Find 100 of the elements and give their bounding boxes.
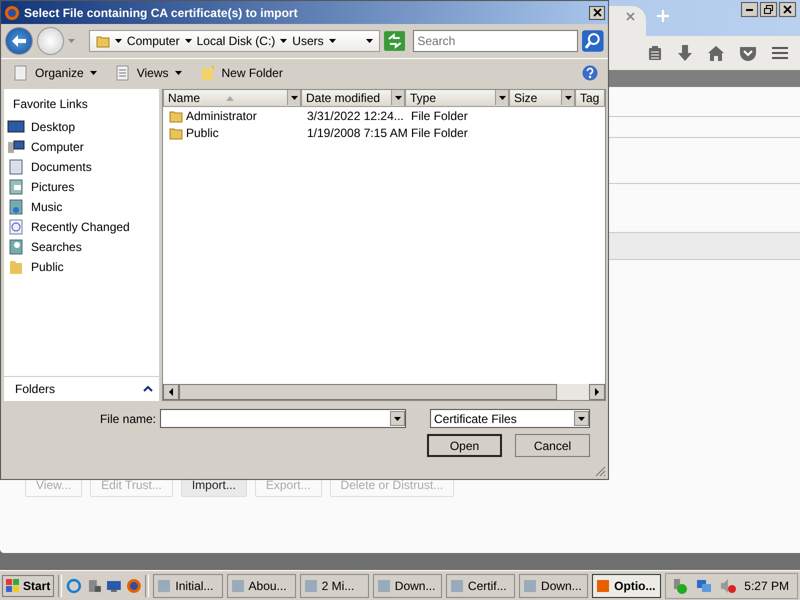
caret-icon bbox=[290, 96, 298, 100]
app-icon bbox=[304, 578, 318, 592]
favorite-link[interactable]: Documents bbox=[4, 157, 159, 177]
taskbar-button[interactable]: Initial... bbox=[153, 574, 223, 598]
column-header[interactable]: Date modified bbox=[301, 90, 405, 107]
taskbar-button[interactable]: 2 Mi... bbox=[300, 574, 369, 598]
minimize-icon bbox=[746, 8, 753, 10]
caret-icon bbox=[184, 39, 192, 43]
desktop-icon bbox=[7, 119, 25, 135]
column-header[interactable]: Type bbox=[405, 90, 509, 107]
search-field[interactable]: Search bbox=[413, 30, 578, 52]
window-title: Select File containing CA certificate(s) to import bbox=[24, 6, 299, 20]
chevron-up-icon bbox=[143, 386, 153, 392]
close-icon[interactable] bbox=[626, 12, 635, 21]
favorite-link[interactable]: Music bbox=[4, 197, 159, 217]
forward-button[interactable] bbox=[36, 27, 64, 55]
toolbar-button[interactable]: Views bbox=[108, 65, 188, 81]
app-icon bbox=[596, 578, 610, 592]
app-icon bbox=[230, 578, 245, 592]
address-bar[interactable]: Computer Local Disk (C:) Users bbox=[88, 30, 380, 52]
favorite-link[interactable]: Public bbox=[4, 257, 159, 277]
pages-icon bbox=[13, 65, 29, 81]
favorite-link[interactable]: Computer bbox=[4, 137, 159, 157]
computer-icon bbox=[7, 139, 25, 155]
app-icon bbox=[450, 578, 464, 592]
caret-icon bbox=[578, 416, 585, 420]
check-icon[interactable] bbox=[672, 578, 688, 594]
dialog-button[interactable]: Open bbox=[427, 434, 502, 457]
app-icon bbox=[376, 578, 391, 592]
music-icon bbox=[7, 199, 25, 215]
resize-grip-icon[interactable] bbox=[595, 466, 606, 477]
caret-icon bbox=[114, 39, 122, 43]
browser-logo-icon[interactable] bbox=[126, 578, 142, 594]
toolbar-button[interactable]: Organize bbox=[7, 65, 103, 81]
breadcrumb-item[interactable]: Local Disk (C:) bbox=[196, 34, 276, 48]
back-button[interactable] bbox=[5, 27, 33, 55]
taskbar-button[interactable]: Down... bbox=[519, 574, 588, 598]
close-icon bbox=[592, 8, 602, 17]
taskbar-button[interactable]: Optio... bbox=[592, 574, 662, 598]
file-name-field[interactable] bbox=[160, 409, 406, 428]
home-icon[interactable] bbox=[708, 46, 724, 60]
taskbar-button[interactable]: Abou... bbox=[226, 574, 296, 598]
clipboard-icon[interactable] bbox=[648, 45, 662, 61]
caret-icon bbox=[366, 39, 373, 43]
favorite-link[interactable]: Pictures bbox=[4, 177, 159, 197]
breadcrumb-item[interactable]: Users bbox=[292, 34, 324, 48]
close-button[interactable] bbox=[589, 6, 605, 20]
toolbar-button[interactable]: New Folder bbox=[194, 65, 289, 81]
close-button[interactable] bbox=[779, 2, 796, 17]
caret-icon bbox=[328, 39, 336, 43]
sort-arrow-icon bbox=[226, 96, 234, 100]
field-label: File name: bbox=[100, 412, 156, 426]
server-icon[interactable] bbox=[86, 578, 102, 594]
breadcrumb-item[interactable]: Computer bbox=[126, 34, 180, 48]
dialog-button[interactable]: Cancel bbox=[515, 434, 590, 457]
restore-button[interactable] bbox=[760, 2, 777, 17]
column-header[interactable]: Size bbox=[509, 90, 575, 107]
back-arrow-icon bbox=[12, 35, 26, 47]
column-header[interactable]: Tag bbox=[575, 90, 605, 107]
new-folder-icon bbox=[200, 65, 216, 81]
menu-icon[interactable] bbox=[772, 47, 788, 59]
file-row[interactable]: Public 1/19/2008 7:15 AM File Folder bbox=[163, 124, 605, 141]
caret-icon bbox=[498, 96, 506, 100]
caret-icon bbox=[564, 96, 572, 100]
taskbar-button[interactable]: Certif... bbox=[446, 574, 516, 598]
file-row[interactable]: Administrator 3/31/2022 12:24... File Folder bbox=[163, 107, 605, 124]
start-button[interactable]: Start bbox=[2, 574, 54, 596]
minimize-button[interactable] bbox=[741, 2, 758, 17]
app-icon bbox=[523, 578, 538, 592]
globe-icon[interactable] bbox=[66, 578, 82, 594]
pictures-icon bbox=[7, 179, 25, 195]
favorite-link[interactable]: Recently Changed bbox=[4, 217, 159, 237]
clock: 5:27 PM bbox=[744, 578, 789, 592]
pane-heading: Favorite Links bbox=[12, 96, 89, 113]
favorite-link[interactable]: Desktop bbox=[4, 117, 159, 137]
folder-icon bbox=[96, 34, 110, 48]
caret-icon bbox=[394, 416, 401, 420]
pocket-icon[interactable] bbox=[740, 46, 756, 60]
close-icon bbox=[783, 5, 792, 14]
folders-bar[interactable]: Folders bbox=[4, 376, 159, 401]
favorite-link[interactable]: Searches bbox=[4, 237, 159, 257]
browser-logo-icon bbox=[4, 4, 20, 20]
refresh-icon[interactable] bbox=[384, 31, 406, 51]
taskbar-button[interactable]: Down... bbox=[372, 574, 442, 598]
document-icon bbox=[7, 159, 25, 175]
windows-logo-icon bbox=[6, 578, 20, 592]
list-icon bbox=[114, 65, 131, 81]
caret-icon bbox=[68, 39, 75, 43]
muted-speaker-icon[interactable] bbox=[720, 578, 736, 594]
app-icon bbox=[157, 578, 172, 592]
column-header[interactable]: Name bbox=[163, 90, 301, 107]
download-icon[interactable] bbox=[678, 45, 692, 61]
recent-icon bbox=[7, 219, 25, 235]
caret-icon bbox=[394, 96, 402, 100]
caret-icon bbox=[280, 39, 288, 43]
file-type-dropdown[interactable]: Certificate Files bbox=[430, 409, 590, 428]
network-icon[interactable] bbox=[696, 578, 712, 594]
search-icon[interactable] bbox=[582, 30, 604, 52]
help-icon[interactable] bbox=[582, 65, 598, 81]
search-folder-icon bbox=[7, 239, 25, 255]
